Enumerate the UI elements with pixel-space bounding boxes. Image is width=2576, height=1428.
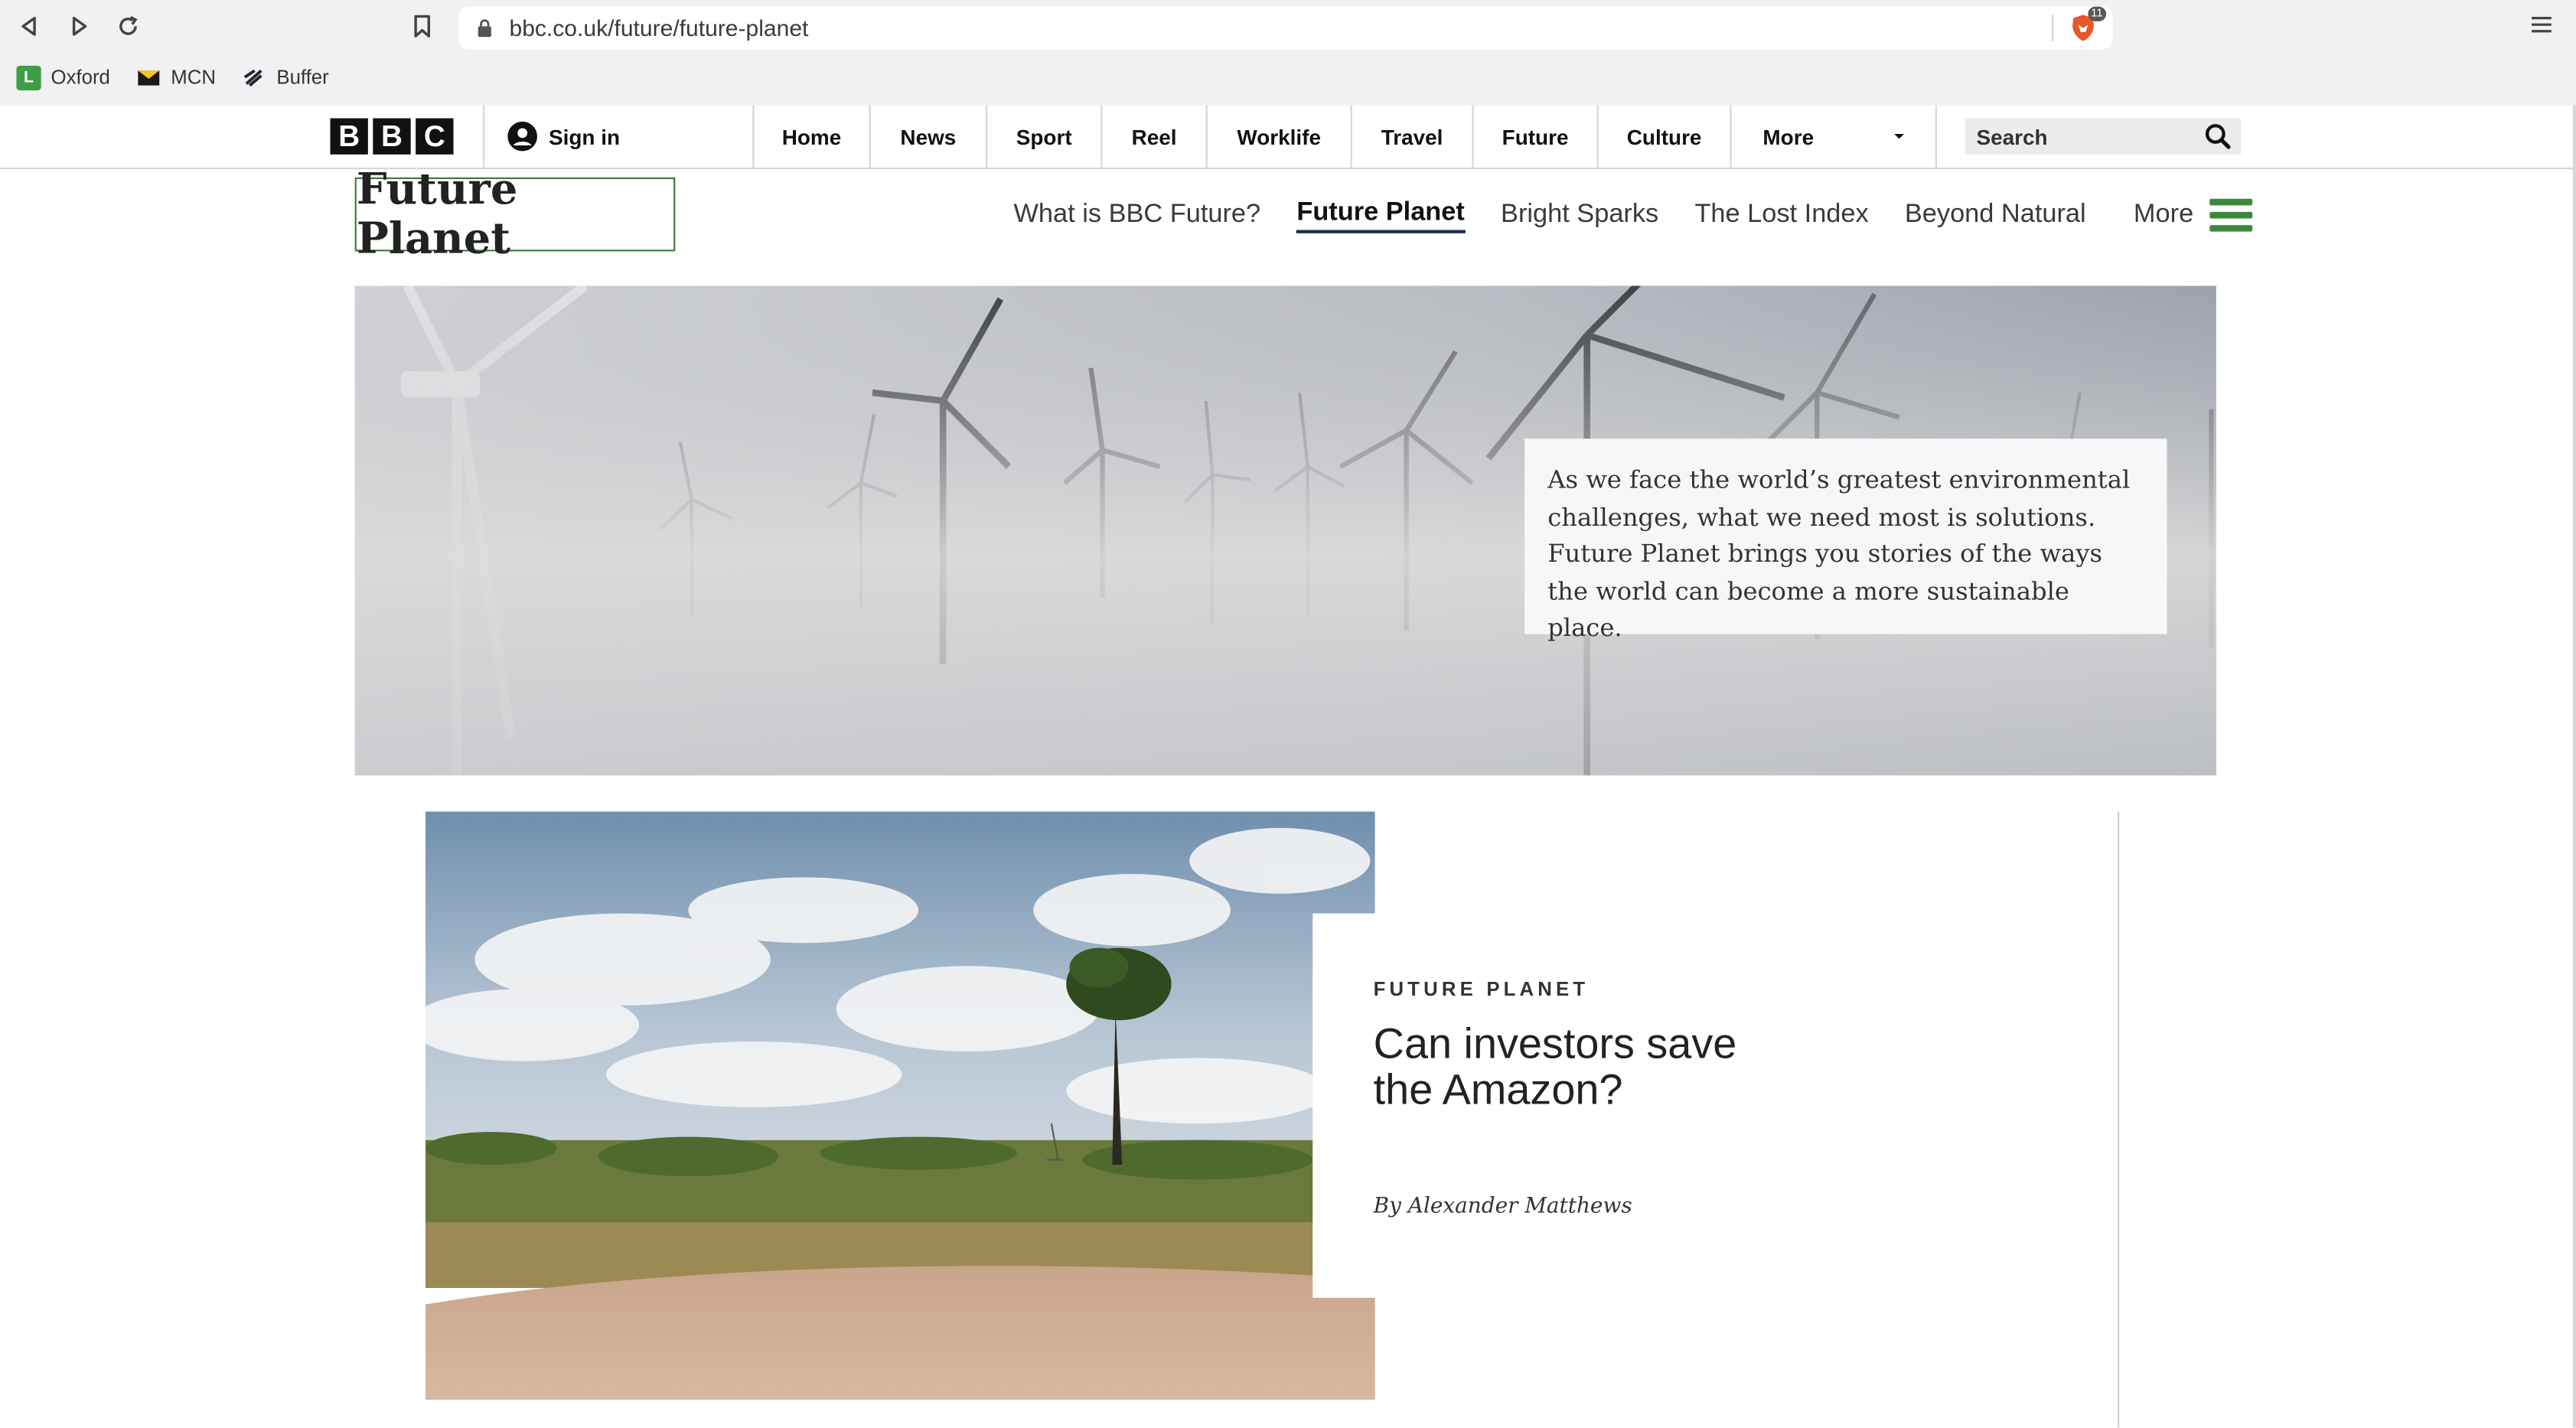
nav-item-travel[interactable]: Travel xyxy=(1350,105,1472,168)
bookmark-label: Oxford xyxy=(51,65,110,89)
search-box xyxy=(1965,118,2242,155)
bookmark-buffer[interactable]: Buffer xyxy=(242,65,329,90)
feature-headline[interactable]: Can investors save the Amazon? xyxy=(1374,1020,1785,1112)
feature-byline: By Alexander Matthews xyxy=(1373,1194,1632,1219)
bbc-logo-block: C xyxy=(416,118,454,155)
shields-count-badge: 11 xyxy=(2087,6,2107,21)
search-input[interactable] xyxy=(1973,122,2193,151)
subnav-what-is-bbc-future[interactable]: What is BBC Future? xyxy=(1014,201,1261,230)
bbc-logo[interactable]: B B C xyxy=(330,118,454,155)
bbc-top-nav: Home News Sport Reel Worklife Travel Fut… xyxy=(752,105,1937,168)
sign-in-label: Sign in xyxy=(548,124,621,149)
browser-menu-button[interactable] xyxy=(2530,13,2553,36)
nav-more-label: More xyxy=(1762,124,1815,149)
nav-item-culture[interactable]: Culture xyxy=(1596,105,1730,168)
lock-icon xyxy=(478,19,491,37)
caret-down-icon xyxy=(1894,133,1905,139)
bookmarks-bar: L Oxford MCN Buffer xyxy=(16,63,329,93)
feature-kicker[interactable]: FUTURE PLANET xyxy=(1374,977,1590,1000)
hero-intro-card: As we face the world’s greatest environm… xyxy=(1524,439,2167,642)
nav-item-future[interactable]: Future xyxy=(1472,105,1596,168)
bookmark-label: Buffer xyxy=(276,65,329,89)
nav-item-more[interactable]: More xyxy=(1730,105,1937,168)
bbc-logo-block: B xyxy=(373,118,411,155)
subnav-more-button[interactable]: More xyxy=(2133,198,2253,232)
nav-item-news[interactable]: News xyxy=(869,105,986,168)
bookmark-label: MCN xyxy=(171,65,216,89)
hamburger-menu-icon xyxy=(2209,198,2253,232)
nav-divider xyxy=(483,105,485,168)
bbc-global-nav: B B C Sign in Home News Sport Reel Workl… xyxy=(0,105,2576,170)
back-button[interactable] xyxy=(11,8,47,44)
subnav-future-planet[interactable]: Future Planet xyxy=(1296,198,1465,233)
subnav-bright-sparks[interactable]: Bright Sparks xyxy=(1501,201,1658,230)
brave-shields-button[interactable]: 11 xyxy=(2067,6,2107,44)
search-icon[interactable] xyxy=(2205,123,2231,149)
back-arrow-icon xyxy=(21,16,36,36)
forward-arrow-icon xyxy=(72,16,87,36)
browser-chrome: bbc.co.uk/future/future-planet 11 L Oxfo… xyxy=(0,0,2576,107)
user-avatar-icon xyxy=(507,121,537,152)
reload-button[interactable] xyxy=(110,8,146,44)
section-logo[interactable]: Future Planet xyxy=(354,165,676,264)
bookmark-icon xyxy=(414,15,431,37)
reload-icon xyxy=(119,16,138,35)
amazon-landscape-image xyxy=(425,811,1375,1400)
buffer-favicon-icon xyxy=(242,65,266,90)
sign-in-link[interactable]: Sign in xyxy=(507,121,621,152)
section-subnav: What is BBC Future? Future Planet Bright… xyxy=(1014,194,2253,236)
scrollbar-track[interactable] xyxy=(2572,105,2576,1428)
nav-item-reel[interactable]: Reel xyxy=(1101,105,1205,168)
nav-item-worklife[interactable]: Worklife xyxy=(1205,105,1351,168)
column-divider xyxy=(2118,811,2120,1428)
bookmark-page-button[interactable] xyxy=(411,13,434,39)
nav-item-home[interactable]: Home xyxy=(752,105,869,168)
forward-button[interactable] xyxy=(60,8,96,44)
subnav-the-lost-index[interactable]: The Lost Index xyxy=(1694,201,1868,230)
nav-item-sport[interactable]: Sport xyxy=(986,105,1101,168)
bookmark-mcn[interactable]: MCN xyxy=(136,65,216,90)
urlbar-divider xyxy=(2052,15,2054,41)
oxford-favicon-icon: L xyxy=(16,64,41,90)
subnav-more-label: More xyxy=(2133,200,2194,229)
bookmark-oxford[interactable]: L Oxford xyxy=(16,64,110,90)
mcn-favicon-icon xyxy=(136,65,161,90)
subnav-beyond-natural[interactable]: Beyond Natural xyxy=(1905,201,2086,230)
feature-story-image[interactable] xyxy=(425,811,1375,1400)
menu-icon xyxy=(2532,17,2552,33)
url-text: bbc.co.uk/future/future-planet xyxy=(509,15,809,41)
address-bar[interactable]: bbc.co.uk/future/future-planet 11 xyxy=(458,6,2113,50)
bbc-logo-block: B xyxy=(330,118,368,155)
